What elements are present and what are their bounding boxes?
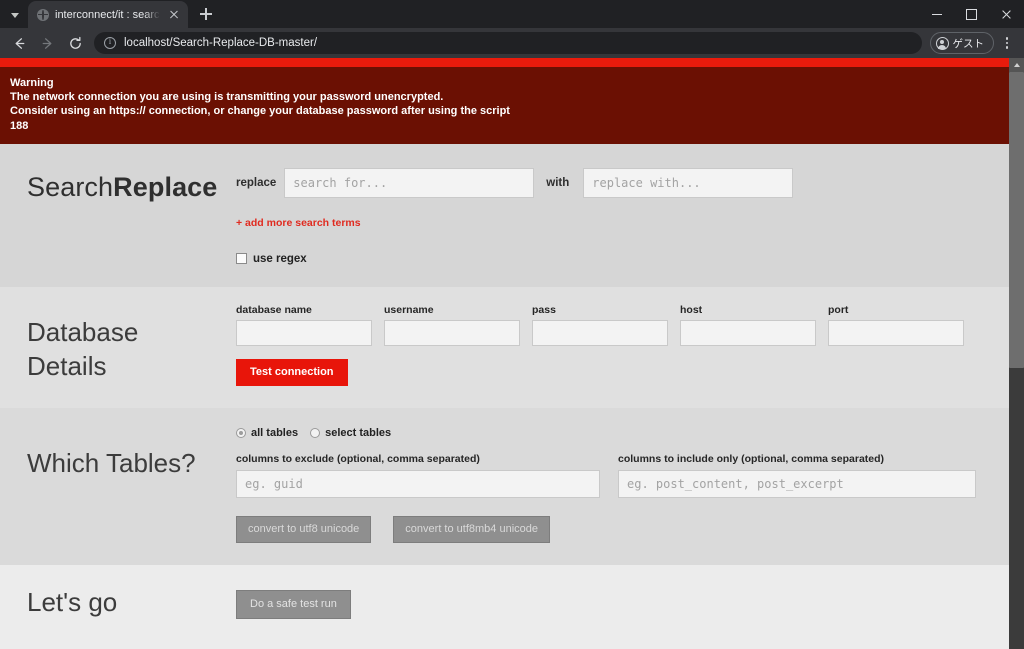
database-fields-body: database name username pass host port Te… bbox=[236, 287, 1009, 408]
profile-button[interactable]: ゲスト bbox=[929, 32, 994, 54]
port-group: port bbox=[828, 304, 964, 346]
brand-light: Search bbox=[27, 171, 114, 202]
convert-utf8-button[interactable]: convert to utf8 unicode bbox=[236, 515, 372, 543]
tab-search-button[interactable] bbox=[2, 3, 28, 27]
pass-field[interactable] bbox=[532, 319, 668, 346]
use-regex-row[interactable]: use regex bbox=[236, 253, 989, 287]
site-info-icon[interactable] bbox=[104, 36, 116, 49]
add-more-search-terms-link[interactable]: + add more search terms bbox=[236, 217, 361, 229]
replace-with-input[interactable] bbox=[583, 167, 794, 198]
convert-utf8mb4-button[interactable]: convert to utf8mb4 unicode bbox=[393, 515, 550, 543]
tab-title: interconnect/it : search replace bbox=[55, 8, 160, 21]
database-details-section: Database Details database name username bbox=[0, 286, 1009, 408]
table-scope-radios: all tables select tables bbox=[236, 427, 989, 439]
use-regex-checkbox[interactable] bbox=[236, 253, 247, 265]
warning-banner: Warning The network connection you are u… bbox=[0, 67, 1009, 144]
search-row: replace with bbox=[236, 144, 989, 198]
warning-line-2: Consider using an https:// connection, o… bbox=[10, 105, 510, 118]
address-bar[interactable]: localhost/Search-Replace-DB-master/ bbox=[94, 32, 922, 54]
warning-title: Warning bbox=[10, 77, 54, 89]
search-replace-section: SearchReplace replace with + add more se… bbox=[0, 143, 1009, 287]
chrome-menu-icon[interactable] bbox=[996, 30, 1018, 56]
which-tables-title: Which Tables? bbox=[27, 447, 196, 478]
radio-select-tables[interactable]: select tables bbox=[310, 427, 391, 439]
database-title-line-2: Details bbox=[27, 351, 107, 382]
database-fields: database name username pass host port bbox=[236, 304, 989, 346]
port-label: port bbox=[828, 303, 849, 316]
columns-exclude-input[interactable] bbox=[236, 469, 600, 498]
warning-accent-bar bbox=[0, 58, 1009, 67]
page-scrollbar[interactable] bbox=[1009, 58, 1024, 649]
database-name-label: database name bbox=[236, 303, 312, 316]
safe-test-run-button[interactable]: Do a safe test run bbox=[236, 589, 351, 619]
browser-tab[interactable]: interconnect/it : search replace bbox=[28, 1, 188, 28]
columns-exclude-group: columns to exclude (optional, comma sepa… bbox=[236, 453, 600, 498]
new-tab-button[interactable] bbox=[192, 0, 220, 28]
scrollbar-thumb[interactable] bbox=[1009, 72, 1024, 368]
convert-buttons-row: convert to utf8 unicode convert to utf8m… bbox=[236, 515, 989, 543]
use-regex-label: use regex bbox=[253, 252, 307, 265]
reload-icon[interactable] bbox=[62, 30, 88, 56]
warning-line-3: 188 bbox=[10, 119, 29, 132]
columns-exclude-label: columns to exclude (optional, comma sepa… bbox=[236, 452, 480, 465]
radio-select-tables-label: select tables bbox=[325, 426, 392, 439]
host-label: host bbox=[680, 303, 703, 316]
page-viewport: Warning The network connection you are u… bbox=[0, 58, 1024, 649]
radio-all-tables[interactable]: all tables bbox=[236, 427, 298, 439]
host-field[interactable] bbox=[680, 319, 816, 346]
pass-group: pass bbox=[532, 304, 668, 346]
window-controls bbox=[919, 0, 1024, 28]
profile-label: ゲスト bbox=[952, 37, 985, 50]
columns-include-group: columns to include only (optional, comma… bbox=[618, 453, 976, 498]
port-field[interactable] bbox=[828, 319, 964, 346]
radio-all-tables-label: all tables bbox=[251, 426, 299, 439]
radio-select-tables-input[interactable] bbox=[310, 427, 321, 438]
search-input[interactable] bbox=[284, 167, 535, 198]
browser-window: interconnect/it : search replace localho… bbox=[0, 0, 1024, 649]
database-title-line-1: Database bbox=[27, 316, 139, 347]
which-tables-body: all tables select tables columns to excl… bbox=[236, 408, 1009, 565]
username-field[interactable] bbox=[384, 319, 520, 346]
brand-title: SearchReplace bbox=[0, 144, 236, 287]
lets-go-title: Let's go bbox=[27, 586, 118, 617]
database-name-group: database name bbox=[236, 304, 372, 346]
lets-go-body: Do a safe test run bbox=[236, 565, 1009, 649]
username-label: username bbox=[384, 303, 434, 316]
globe-icon bbox=[37, 8, 49, 21]
which-tables-section: Which Tables? all tables select tables c… bbox=[0, 407, 1009, 565]
brand-bold: Replace bbox=[113, 171, 218, 202]
scrollbar-up-arrow-icon[interactable] bbox=[1009, 58, 1024, 72]
host-group: host bbox=[680, 304, 816, 346]
pass-label: pass bbox=[532, 303, 556, 316]
replace-label: replace bbox=[236, 176, 277, 189]
lets-go-section: Let's go Do a safe test run bbox=[0, 564, 1009, 649]
radio-all-tables-input[interactable] bbox=[236, 427, 246, 438]
columns-row: columns to exclude (optional, comma sepa… bbox=[236, 453, 989, 498]
avatar bbox=[935, 36, 949, 50]
test-connection-button[interactable]: Test connection bbox=[236, 358, 348, 386]
warning-line-1: The network connection you are using is … bbox=[10, 91, 444, 104]
with-label: with bbox=[546, 176, 570, 189]
minimize-icon[interactable] bbox=[919, 0, 954, 28]
username-group: username bbox=[384, 304, 520, 346]
chevron-down-icon bbox=[11, 12, 19, 18]
search-replace-body: replace with + add more search terms use… bbox=[236, 144, 1009, 287]
database-details-title: Database Details bbox=[0, 287, 236, 408]
url-text: localhost/Search-Replace-DB-master/ bbox=[124, 37, 318, 49]
page-content: Warning The network connection you are u… bbox=[0, 58, 1009, 649]
database-name-field[interactable] bbox=[236, 319, 372, 346]
maximize-icon[interactable] bbox=[954, 0, 989, 28]
columns-include-input[interactable] bbox=[618, 469, 976, 498]
back-icon[interactable] bbox=[6, 30, 32, 56]
browser-toolbar: localhost/Search-Replace-DB-master/ ゲスト bbox=[0, 28, 1024, 58]
forward-icon[interactable] bbox=[34, 30, 60, 56]
tab-close-icon[interactable] bbox=[166, 7, 182, 23]
columns-include-label: columns to include only (optional, comma… bbox=[618, 452, 885, 465]
tab-strip: interconnect/it : search replace bbox=[0, 0, 1024, 28]
close-icon[interactable] bbox=[989, 0, 1024, 28]
